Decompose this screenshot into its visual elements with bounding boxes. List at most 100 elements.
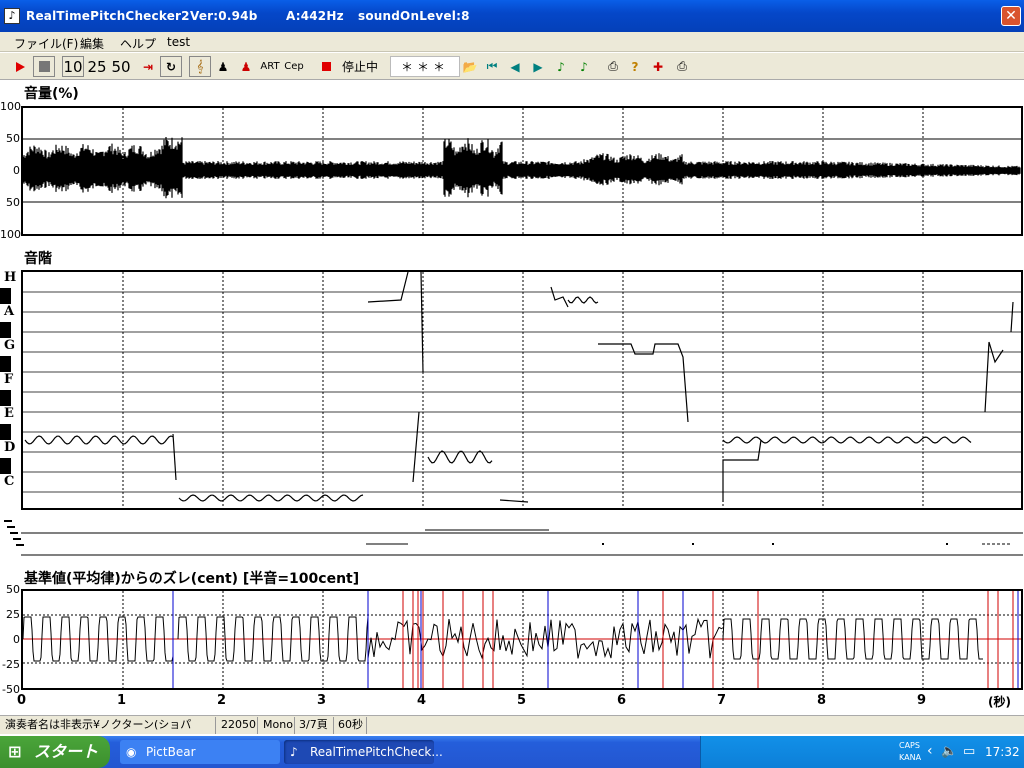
scale-panel-title: 音階 bbox=[24, 251, 52, 267]
time-tick-label: 9 bbox=[917, 693, 927, 708]
time-axis: 0 1 2 3 4 5 6 7 8 9 (秒) bbox=[0, 693, 1024, 711]
status-channels: Mono bbox=[260, 717, 295, 734]
next-page-icon[interactable]: ▶ bbox=[529, 56, 547, 77]
strip-marker bbox=[13, 538, 21, 540]
black-key bbox=[0, 356, 11, 372]
pitch-segment bbox=[367, 271, 409, 303]
art-button[interactable]: ART bbox=[259, 56, 281, 77]
cents-plot[interactable] bbox=[21, 589, 1023, 690]
pitch-segment bbox=[499, 499, 529, 503]
zoom-25-button[interactable]: 25 bbox=[86, 56, 108, 77]
volume-panel-title: 音量(%) bbox=[24, 86, 79, 102]
pitch-trace bbox=[23, 271, 1021, 508]
cents-tick: -25 bbox=[2, 658, 20, 671]
tray-expand-icon[interactable]: ‹ bbox=[927, 743, 933, 759]
menu-test[interactable]: test bbox=[167, 35, 190, 49]
time-tick-label: 7 bbox=[717, 693, 727, 708]
cents-tick: 25 bbox=[6, 608, 20, 621]
first-page-icon[interactable]: ⏮ bbox=[483, 56, 501, 77]
app-window: ♪ RealTimePitchChecker2 Ver:0.94b A:442H… bbox=[0, 0, 1024, 768]
task-pictbear[interactable]: ◉ PictBear bbox=[120, 740, 280, 764]
menu-help[interactable]: ヘルプ bbox=[120, 35, 156, 52]
note-alt-icon[interactable]: ♪ bbox=[575, 56, 593, 77]
strip-marker bbox=[7, 526, 15, 528]
title-bar[interactable]: ♪ RealTimePitchChecker2 Ver:0.94b A:442H… bbox=[0, 0, 1024, 32]
app-icon[interactable]: ♪ bbox=[4, 8, 20, 24]
close-button[interactable]: ✕ bbox=[1001, 6, 1021, 26]
cents-trace bbox=[22, 591, 1021, 688]
task-realtimepitchchecker[interactable]: ♪ RealTimePitchCheck... bbox=[284, 740, 443, 764]
volume-plot[interactable] bbox=[21, 106, 1023, 236]
pitch-segment bbox=[1010, 301, 1014, 333]
start-button[interactable]: ⊞ スタート bbox=[0, 736, 110, 768]
sound-on-level: soundOnLevel:8 bbox=[358, 9, 470, 23]
strip-marker bbox=[4, 520, 12, 522]
volume-tick: 50 bbox=[6, 196, 20, 209]
play-button[interactable] bbox=[10, 56, 30, 77]
time-tick-label: 0 bbox=[17, 693, 27, 708]
volume-tick: 100 bbox=[0, 228, 21, 241]
pitch-segment bbox=[550, 286, 569, 308]
prev-page-icon[interactable]: ◀ bbox=[506, 56, 524, 77]
volume-tick: 50 bbox=[6, 132, 20, 145]
onset-strip bbox=[0, 512, 1024, 556]
record-stop-icon[interactable] bbox=[318, 56, 334, 77]
onset-dot bbox=[602, 543, 604, 545]
status-page: 3/7頁 bbox=[296, 717, 334, 734]
app-version: Ver:0.94b bbox=[190, 9, 258, 23]
app-task-icon: ♪ bbox=[290, 745, 298, 759]
caps-indicator: CAPS bbox=[899, 741, 920, 750]
onset-dot bbox=[946, 543, 948, 545]
network-icon[interactable]: ▭ bbox=[963, 744, 975, 759]
note-icon[interactable]: ♪ bbox=[552, 56, 570, 77]
time-tick-label: 2 bbox=[217, 693, 227, 708]
cents-tick: 50 bbox=[6, 583, 20, 596]
cep-button[interactable]: Cep bbox=[283, 56, 305, 77]
black-key bbox=[0, 288, 11, 304]
pitch-segment bbox=[24, 435, 174, 445]
toolbar: 10 25 50 ⇥ ↻ 𝄞 ♟ ♟ ART Cep 停止中 ＊＊＊ 📂 ⏮ ◀… bbox=[0, 53, 1024, 80]
print-icon[interactable]: ⎙ bbox=[603, 56, 623, 77]
windows-logo-icon: ⊞ bbox=[8, 742, 22, 761]
status-rate: 22050 bbox=[218, 717, 258, 734]
menu-edit[interactable]: 編集 bbox=[80, 35, 104, 52]
stop-icon bbox=[38, 61, 50, 72]
scale-plot[interactable] bbox=[21, 270, 1023, 510]
menu-file[interactable]: ファイル(F) bbox=[14, 35, 78, 52]
stop-button[interactable] bbox=[33, 56, 55, 77]
pitch-segment bbox=[412, 411, 420, 483]
print-setup-icon[interactable]: ⎙ bbox=[672, 56, 692, 77]
play-icon bbox=[15, 61, 25, 72]
pitch-segment bbox=[178, 494, 364, 502]
loop-icon[interactable]: ↻ bbox=[160, 56, 182, 77]
crosshair-icon[interactable]: ✚ bbox=[648, 56, 668, 77]
zoom-50-button[interactable]: 50 bbox=[110, 56, 132, 77]
time-tick-label: 8 bbox=[817, 693, 827, 708]
player-icon[interactable]: ♟ bbox=[213, 56, 233, 77]
help-icon[interactable]: ? bbox=[626, 56, 644, 77]
note-label: H bbox=[4, 270, 17, 285]
pitch-segment bbox=[172, 433, 177, 481]
pitch-segment bbox=[598, 343, 689, 423]
black-key bbox=[0, 458, 11, 474]
violin-icon[interactable]: 𝄞 bbox=[189, 56, 211, 77]
onset-dot bbox=[692, 543, 694, 545]
time-tick-label: 5 bbox=[517, 693, 527, 708]
time-unit-label: (秒) bbox=[988, 695, 1011, 709]
zoom-10-button[interactable]: 10 bbox=[62, 56, 84, 77]
open-folder-icon[interactable]: 📂 bbox=[460, 56, 480, 77]
strip-marker bbox=[16, 544, 24, 546]
task-label: RealTimePitchCheck... bbox=[310, 745, 443, 759]
time-tick-label: 3 bbox=[317, 693, 327, 708]
status-bar: 演奏者名は非表示¥ノクターン(ショパン).wav 22050 Mono 3/7頁… bbox=[0, 715, 1024, 747]
singer-icon[interactable]: ♟ bbox=[236, 56, 256, 77]
pitch-segment bbox=[984, 341, 1004, 413]
note-label: D bbox=[4, 440, 16, 455]
note-label: C bbox=[4, 474, 15, 489]
volume-tick: 0 bbox=[13, 164, 20, 177]
black-key bbox=[0, 322, 11, 338]
clock[interactable]: 17:32 bbox=[985, 745, 1020, 759]
note-label: E bbox=[4, 406, 14, 421]
volume-icon[interactable]: 🔈 bbox=[941, 744, 957, 759]
jump-end-icon[interactable]: ⇥ bbox=[138, 56, 158, 77]
